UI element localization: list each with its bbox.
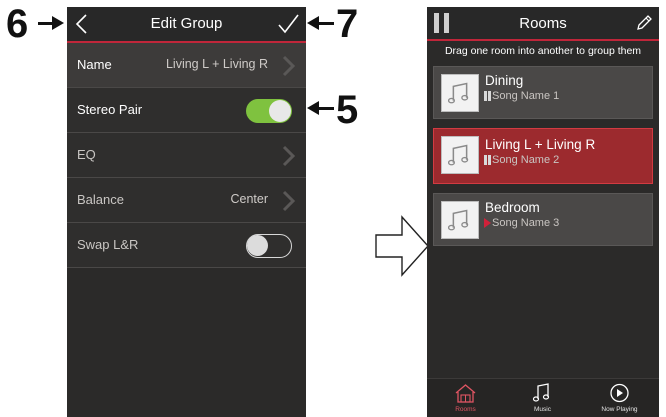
eq-row[interactable]: EQ [67, 133, 306, 177]
room-name: Bedroom [485, 200, 540, 215]
bottom-tab-bar: Rooms Music Now Playing [427, 378, 659, 417]
page-title: Rooms [519, 15, 567, 32]
stereo-pair-label: Stereo Pair [77, 102, 143, 117]
house-icon [455, 384, 476, 403]
album-art [441, 74, 479, 112]
music-note-icon [447, 209, 469, 231]
play-icon [484, 218, 491, 228]
edit-group-header: Edit Group [67, 7, 306, 43]
balance-value: Center [230, 192, 268, 206]
balance-row[interactable]: Balance Center [67, 178, 306, 222]
chevron-right-icon [282, 145, 296, 167]
music-note-icon [532, 383, 550, 402]
chevron-right-icon [282, 190, 296, 212]
eq-label: EQ [77, 147, 96, 162]
pause-icon [484, 91, 491, 101]
song-name: Song Name 2 [492, 154, 560, 166]
album-art [441, 136, 479, 174]
stereo-pair-toggle[interactable] [246, 99, 292, 123]
stereo-pair-row: Stereo Pair [67, 88, 306, 132]
pause-icon [484, 155, 491, 165]
page-title: Edit Group [150, 15, 223, 32]
music-note-icon [447, 82, 469, 104]
tab-label: Now Playing [601, 406, 638, 413]
album-art [441, 201, 479, 239]
arrow-right-icon [375, 215, 429, 277]
checkmark-icon[interactable] [276, 12, 300, 36]
name-value: Living L + Living R [165, 57, 268, 71]
tab-music[interactable]: Music [504, 379, 581, 417]
name-row[interactable]: Name Living L + Living R [67, 43, 306, 87]
play-circle-icon [610, 383, 629, 403]
callout-5: 5 [336, 88, 359, 132]
edit-group-screen: Edit Group Name Living L + Living R Ster… [67, 7, 306, 417]
room-name: Dining [485, 73, 524, 88]
name-label: Name [77, 57, 112, 72]
callout-6: 6 [6, 2, 29, 46]
pencil-icon[interactable] [635, 14, 653, 32]
divider [67, 267, 306, 268]
drag-hint: Drag one room into another to group them [444, 45, 642, 57]
tab-rooms[interactable]: Rooms [427, 379, 504, 417]
swap-lr-label: Swap L&R [77, 237, 139, 252]
toggle-knob [269, 100, 291, 122]
rooms-screen: Rooms Drag one room into another to grou… [427, 7, 659, 417]
swap-lr-toggle[interactable] [246, 234, 292, 258]
room-card-living[interactable]: Living L + Living R Song Name 2 [433, 128, 653, 184]
music-note-icon [447, 144, 469, 166]
room-name: Living L + Living R [485, 137, 596, 152]
tab-label: Rooms [455, 406, 476, 413]
tab-label: Music [534, 406, 551, 413]
song-name: Song Name 1 [492, 90, 560, 102]
toggle-knob [247, 235, 268, 256]
tab-now-playing[interactable]: Now Playing [581, 379, 658, 417]
balance-label: Balance [77, 192, 124, 207]
room-card-dining[interactable]: Dining Song Name 1 [433, 66, 653, 119]
song-name: Song Name 3 [492, 217, 560, 229]
callout-7: 7 [336, 2, 359, 46]
swap-lr-row: Swap L&R [67, 223, 306, 267]
rooms-header: Rooms [427, 7, 659, 41]
room-card-bedroom[interactable]: Bedroom Song Name 3 [433, 193, 653, 246]
chevron-right-icon [282, 55, 296, 77]
